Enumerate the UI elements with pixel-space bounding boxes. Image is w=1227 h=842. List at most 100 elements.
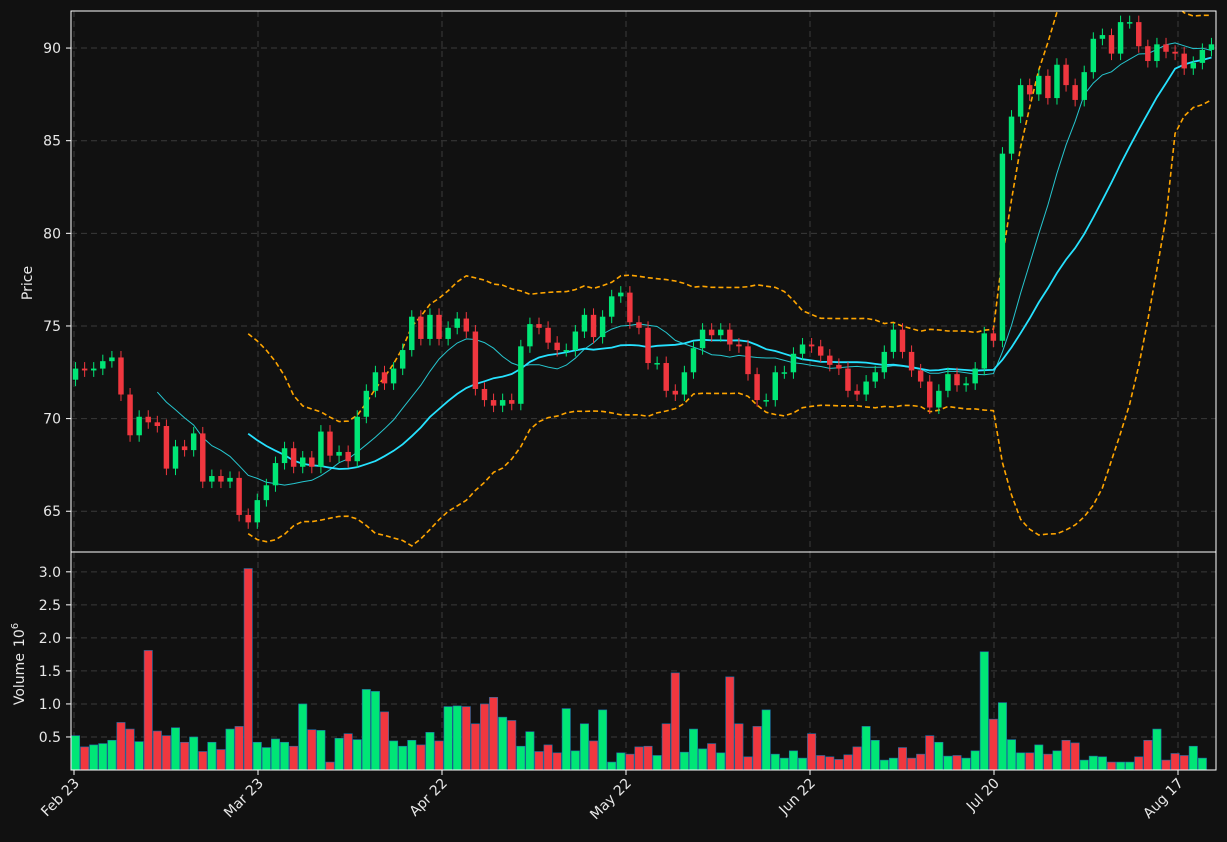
candle-body bbox=[200, 433, 206, 482]
volume-bar bbox=[89, 744, 99, 770]
volume-bar bbox=[98, 743, 108, 770]
candle-body bbox=[1017, 85, 1024, 117]
volume-bar bbox=[934, 741, 944, 770]
volume-bar bbox=[479, 703, 489, 770]
volume-bar bbox=[134, 741, 144, 770]
volume-bar bbox=[443, 706, 453, 770]
candle-body bbox=[1126, 22, 1133, 24]
candle-body bbox=[754, 374, 760, 401]
candle-body bbox=[1208, 44, 1215, 50]
volume-bar bbox=[1161, 759, 1171, 770]
volume-tick-label: 1.5 bbox=[39, 664, 61, 680]
candle-body bbox=[1072, 85, 1078, 100]
candle-body bbox=[354, 416, 360, 462]
volume-bar bbox=[1116, 761, 1126, 770]
candle-body bbox=[590, 314, 597, 338]
volume-bar bbox=[561, 708, 571, 770]
candle-body bbox=[372, 372, 379, 391]
candle-body bbox=[1036, 75, 1042, 95]
volume-bar bbox=[616, 752, 626, 770]
volume-bar bbox=[943, 755, 953, 770]
candle-body bbox=[663, 363, 669, 391]
candle-body bbox=[190, 433, 197, 451]
volume-bar bbox=[907, 757, 917, 770]
volume-bar bbox=[698, 748, 708, 770]
volume-bar bbox=[688, 728, 698, 770]
volume-bar bbox=[107, 739, 117, 770]
candle-body bbox=[645, 327, 651, 364]
candle-body bbox=[699, 329, 706, 349]
volume-bar bbox=[370, 691, 380, 770]
volume-bar bbox=[189, 736, 199, 770]
volume-bar bbox=[516, 745, 526, 770]
volume-bar bbox=[1079, 759, 1089, 770]
volume-bar bbox=[961, 757, 971, 770]
volume-bar bbox=[343, 733, 353, 770]
candlestick-chart: 657075808590 0.51.01.52.02.53.0 Feb 23 Ma… bbox=[0, 0, 1227, 842]
volume-bar bbox=[125, 728, 135, 770]
volume-bar bbox=[807, 733, 817, 770]
candle-body bbox=[817, 346, 824, 356]
candle-body bbox=[917, 370, 924, 382]
volume-bar bbox=[180, 741, 190, 770]
candle-body bbox=[718, 329, 724, 336]
volume-bar bbox=[280, 741, 290, 770]
candle-body bbox=[1090, 38, 1097, 73]
volume-bar bbox=[498, 716, 508, 770]
volume-bar bbox=[925, 735, 935, 770]
volume-bar bbox=[1088, 755, 1098, 770]
candle-body bbox=[936, 390, 942, 408]
volume-bar bbox=[997, 702, 1007, 770]
volume-bar bbox=[634, 746, 644, 770]
candle-body bbox=[81, 368, 88, 371]
volume-bar bbox=[861, 726, 871, 770]
candle-body bbox=[554, 342, 560, 351]
candle-body bbox=[518, 346, 524, 404]
candle-body bbox=[908, 351, 915, 371]
volume-bar bbox=[1007, 739, 1017, 770]
candle-body bbox=[154, 422, 161, 427]
volume-bar bbox=[888, 757, 898, 770]
volume-bar bbox=[1097, 756, 1107, 770]
volume-bar bbox=[1025, 752, 1035, 770]
candle-body bbox=[990, 333, 997, 341]
candle-body bbox=[527, 324, 533, 347]
volume-bar bbox=[161, 735, 171, 770]
candle-body bbox=[418, 316, 424, 339]
volume-bar bbox=[143, 650, 153, 770]
candle-body bbox=[1026, 85, 1033, 95]
candle-body bbox=[1163, 44, 1169, 52]
volume-bar bbox=[834, 759, 844, 770]
candle-body bbox=[636, 322, 642, 328]
candle-body bbox=[563, 350, 569, 352]
volume-bar bbox=[743, 756, 753, 770]
candle-body bbox=[872, 372, 878, 382]
candle-body bbox=[499, 400, 506, 406]
volume-bar bbox=[1125, 761, 1135, 770]
volume-bar bbox=[579, 723, 589, 770]
candle-body bbox=[736, 344, 742, 347]
candle-body bbox=[209, 476, 215, 482]
candle-body bbox=[436, 314, 442, 339]
candle-body bbox=[236, 477, 242, 515]
candle-body bbox=[572, 331, 579, 351]
volume-bar bbox=[334, 737, 344, 770]
volume-bar bbox=[225, 728, 235, 770]
volume-bar bbox=[261, 747, 271, 770]
candle-body bbox=[963, 383, 969, 386]
volume-bar bbox=[725, 676, 735, 770]
candle-body bbox=[599, 316, 606, 338]
volume-bar bbox=[489, 697, 499, 770]
candle-body bbox=[245, 514, 251, 523]
volume-bar bbox=[1034, 744, 1044, 770]
volume-tick-label: 2.5 bbox=[39, 598, 61, 614]
candle-body bbox=[290, 448, 297, 467]
volume-bar bbox=[152, 730, 162, 770]
volume-bar bbox=[852, 746, 862, 770]
price-tick-label: 75 bbox=[43, 319, 61, 335]
price-tick-label: 90 bbox=[43, 41, 61, 57]
volume-bar bbox=[252, 741, 262, 770]
volume-bar bbox=[1179, 755, 1189, 770]
candle-body bbox=[945, 374, 951, 391]
candle-body bbox=[899, 329, 906, 352]
